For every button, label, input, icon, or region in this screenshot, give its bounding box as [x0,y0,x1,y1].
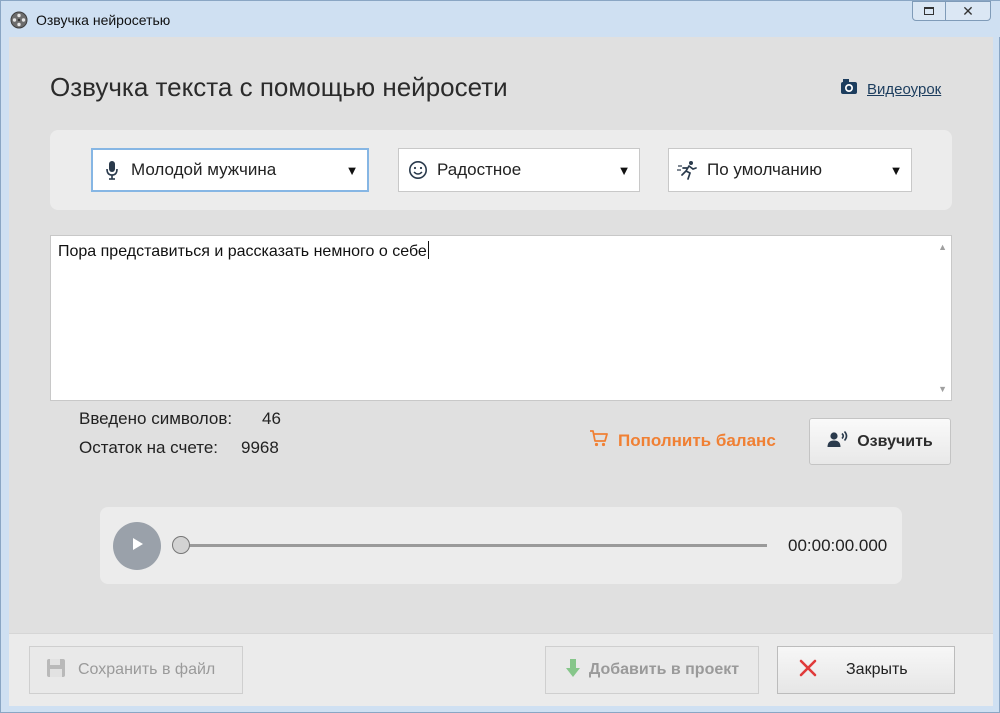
playback-knob[interactable] [172,536,190,554]
text-input-area[interactable]: Пора представиться и рассказать немного … [50,235,952,401]
close-x-icon [798,658,818,683]
film-reel-icon [10,11,28,29]
play-button[interactable] [113,522,161,570]
scroll-down-arrow-icon[interactable]: ▼ [938,384,947,394]
microphone-icon [93,160,131,180]
close-button[interactable]: Закрыть [777,646,955,694]
scroll-up-arrow-icon[interactable]: ▲ [938,242,947,252]
floppy-disk-icon [46,658,66,683]
chars-count-value: 46 [262,409,281,428]
voice-select-value: Молодой мужчина [131,160,277,179]
window-title: Озвучка нейросетью [36,12,171,28]
playback-track[interactable] [181,544,767,547]
app-window: Озвучка нейросетью ✕ Озвучка текста с по… [0,0,1000,713]
balance-label: Остаток на счете: [79,438,219,457]
voice-select[interactable]: Молодой мужчина ▼ [91,148,369,192]
speaking-person-icon [827,430,849,453]
close-button-label: Закрыть [846,661,908,678]
maximize-button[interactable] [912,1,946,21]
maximize-icon [924,7,934,15]
dropdown-arrow-icon: ▼ [889,162,903,178]
video-tutorial-link[interactable]: Видеоурок [839,78,941,101]
down-arrow-icon [565,658,581,683]
voice-button[interactable]: Озвучить [809,418,951,465]
text-input-value: Пора представиться и рассказать немного … [58,243,427,260]
balance-value: 9968 [241,438,279,457]
dialog-body: Озвучка текста с помощью нейросети Видео… [9,37,993,706]
smiley-icon [399,160,437,180]
save-to-file-label: Сохранить в файл [78,661,216,678]
speed-select-value: По умолчанию [707,160,822,179]
mood-select-value: Радостное [437,160,522,179]
title-bar[interactable]: Озвучка нейросетью ✕ [1,1,1000,37]
add-to-project-label: Добавить в проект [588,661,740,678]
text-caret [427,241,429,259]
refill-balance-label: Пополнить баланс [618,430,776,450]
voice-button-label: Озвучить [857,432,933,450]
dropdown-arrow-icon: ▼ [617,162,631,178]
play-icon [128,535,146,558]
close-icon: ✕ [962,2,974,19]
add-to-project-button[interactable]: Добавить в проект [545,646,759,694]
shopping-cart-icon [589,429,609,452]
chars-count-label: Введено символов: [79,409,233,428]
close-window-button[interactable]: ✕ [945,1,991,21]
save-to-file-button[interactable]: Сохранить в файл [29,646,243,694]
dropdown-arrow-icon: ▼ [345,162,359,178]
video-camera-icon [839,78,859,101]
page-title: Озвучка текста с помощью нейросети [50,72,508,102]
speed-select[interactable]: По умолчанию ▼ [668,148,912,192]
video-link-label: Видеоурок [867,81,942,98]
playback-time: 00:00:00.000 [788,536,888,555]
refill-balance-link[interactable]: Пополнить баланс [589,429,776,452]
text-input-content: Пора представиться и рассказать немного … [58,241,429,261]
mood-select[interactable]: Радостное ▼ [398,148,640,192]
running-person-icon [669,160,707,180]
